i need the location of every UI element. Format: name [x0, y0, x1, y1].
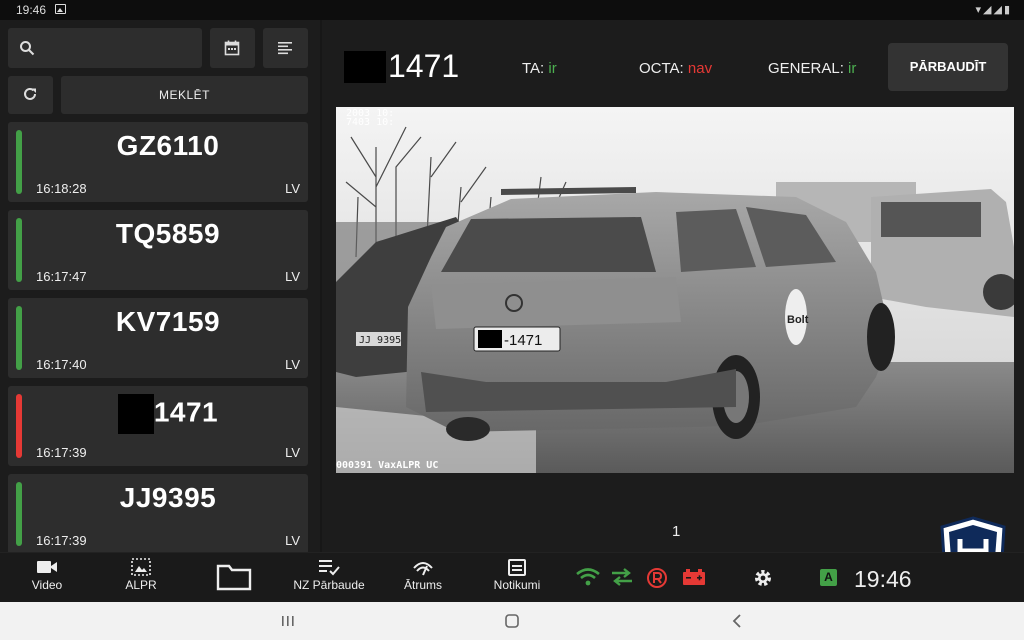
nav-nz-label: NZ Pārbaude: [293, 578, 365, 592]
nav-events-label: Notikumi: [493, 578, 541, 592]
video-camera-icon: [37, 561, 57, 573]
ta-value: ir: [548, 60, 557, 77]
record-country: LV: [285, 269, 300, 284]
camera-scene: JJ 9395 -1471 Bolt: [336, 107, 1014, 473]
search-input[interactable]: [8, 28, 202, 68]
record-plate: GZ6110: [116, 130, 220, 161]
camera-plate-text: -1471: [504, 332, 542, 349]
back-icon[interactable]: [729, 611, 745, 631]
record-country: LV: [285, 357, 300, 372]
status-indicator: [16, 306, 22, 370]
other-car-plate: JJ 9395: [359, 335, 401, 346]
sync-status-icon: [612, 568, 632, 586]
general-label: GENERAL:: [768, 60, 844, 77]
wifi-status-icon: [576, 568, 600, 586]
list-check-icon: [319, 560, 340, 576]
record-time: 16:17:39: [36, 445, 87, 460]
nav-nz-check[interactable]: NZ Pārbaude: [290, 553, 368, 603]
ta-label: TA:: [522, 60, 545, 77]
folder-icon: [216, 564, 252, 591]
search-button[interactable]: MEKLĒT: [61, 76, 308, 114]
record-plate-text: 1471: [153, 396, 219, 428]
record-card[interactable]: KV7159 16:17:40 LV: [8, 298, 308, 378]
record-plate: KV7159: [115, 306, 221, 337]
camera-overlay-line: 7403 10:: [346, 117, 395, 128]
home-icon[interactable]: [503, 611, 521, 631]
battery-status-icon: [683, 569, 705, 585]
filter-button[interactable]: [263, 28, 308, 68]
recent-apps-icon[interactable]: [280, 611, 296, 631]
redacted-camera-plate: [478, 330, 502, 348]
nav-events[interactable]: Notikumi: [486, 553, 548, 603]
status-bar: 19:46 ▾◢◢▮: [0, 0, 1024, 20]
record-plate: TQ5859: [115, 218, 221, 249]
speed-icon: [413, 562, 433, 576]
records-list[interactable]: GZ6110 16:18:28 LV TQ5859 16:17:47 LV KV…: [0, 122, 320, 552]
record-country: LV: [285, 181, 300, 196]
page-number: 1: [672, 523, 681, 540]
nav-speed[interactable]: Ātrums: [394, 553, 452, 603]
calendar-event-icon: [508, 559, 526, 576]
detail-plate-text: 1471: [388, 48, 460, 84]
bolt-logo-text: Bolt: [787, 314, 809, 326]
status-indicator: [16, 394, 22, 458]
record-time: 16:17:47: [36, 269, 87, 284]
calendar-button[interactable]: [210, 28, 255, 68]
bottom-navigation: Video ALPR NZ Pārbaude Ātrums Notikumi A…: [0, 552, 1024, 602]
ta-status: TA: ir: [522, 60, 557, 77]
align-left-icon: [278, 42, 292, 55]
search-icon: [20, 41, 35, 56]
registered-status-icon: [647, 568, 667, 588]
gear-icon[interactable]: [752, 567, 774, 589]
refresh-icon: [24, 87, 36, 100]
camera-overlay-bottom: 000391 VaxALPR UC: [336, 460, 439, 471]
record-card[interactable]: GZ6110 16:18:28 LV: [8, 122, 308, 202]
refresh-button[interactable]: [8, 76, 53, 114]
camera-overlay-top: 2003 10: 7403 10:: [346, 109, 395, 128]
check-button[interactable]: PĀRBAUDĪT: [888, 43, 1008, 91]
general-status: GENERAL: ir: [768, 60, 856, 77]
nav-speed-label: Ātrums: [403, 578, 442, 592]
redacted-plate-prefix: [344, 50, 386, 83]
nav-clock: 19:46: [854, 566, 912, 592]
status-indicator: [16, 482, 22, 546]
record-time: 16:17:39: [36, 533, 87, 548]
record-country: LV: [285, 533, 300, 548]
record-time: 16:18:28: [36, 181, 87, 196]
octa-value: nav: [687, 60, 713, 77]
status-indicator: [16, 130, 22, 194]
image-notification-icon: [55, 4, 66, 14]
gps-status-badge: A: [820, 569, 837, 586]
record-plate: 1471: [28, 394, 308, 434]
record-plate: JJ9395: [119, 482, 217, 513]
detail-panel: 1471 TA: ir OCTA: nav GENERAL: ir PĀRBAU…: [322, 20, 1024, 590]
record-card-selected[interactable]: 1471 16:17:39 LV: [8, 386, 308, 466]
redacted-plate-prefix: [117, 394, 154, 434]
octa-label: OCTA:: [639, 60, 684, 77]
android-navigation-bar: [0, 602, 1024, 640]
system-status-icons: ▾◢◢▮: [975, 4, 1012, 16]
record-card[interactable]: JJ9395 16:17:39 LV: [8, 474, 308, 552]
record-country: LV: [285, 445, 300, 460]
camera-image: JJ 9395 -1471 Bolt 2003 10: 7403 10: 000…: [336, 107, 1014, 473]
nav-video[interactable]: Video: [16, 553, 78, 603]
nav-alpr[interactable]: ALPR: [110, 553, 172, 603]
nav-alpr-label: ALPR: [125, 578, 157, 592]
status-indicator: [16, 218, 22, 282]
status-time: 19:46: [16, 3, 47, 17]
record-time: 16:17:40: [36, 357, 87, 372]
image-scan-icon: [131, 558, 151, 576]
nav-video-label: Video: [31, 578, 63, 592]
record-card[interactable]: TQ5859 16:17:47 LV: [8, 210, 308, 290]
records-panel: MEKLĒT GZ6110 16:18:28 LV TQ5859 16:17:4…: [0, 20, 320, 552]
nav-folder[interactable]: [208, 553, 260, 603]
octa-status: OCTA: nav: [639, 60, 712, 77]
detail-plate: 1471: [344, 48, 459, 85]
general-value: ir: [848, 60, 857, 77]
calendar-icon: [224, 40, 240, 56]
